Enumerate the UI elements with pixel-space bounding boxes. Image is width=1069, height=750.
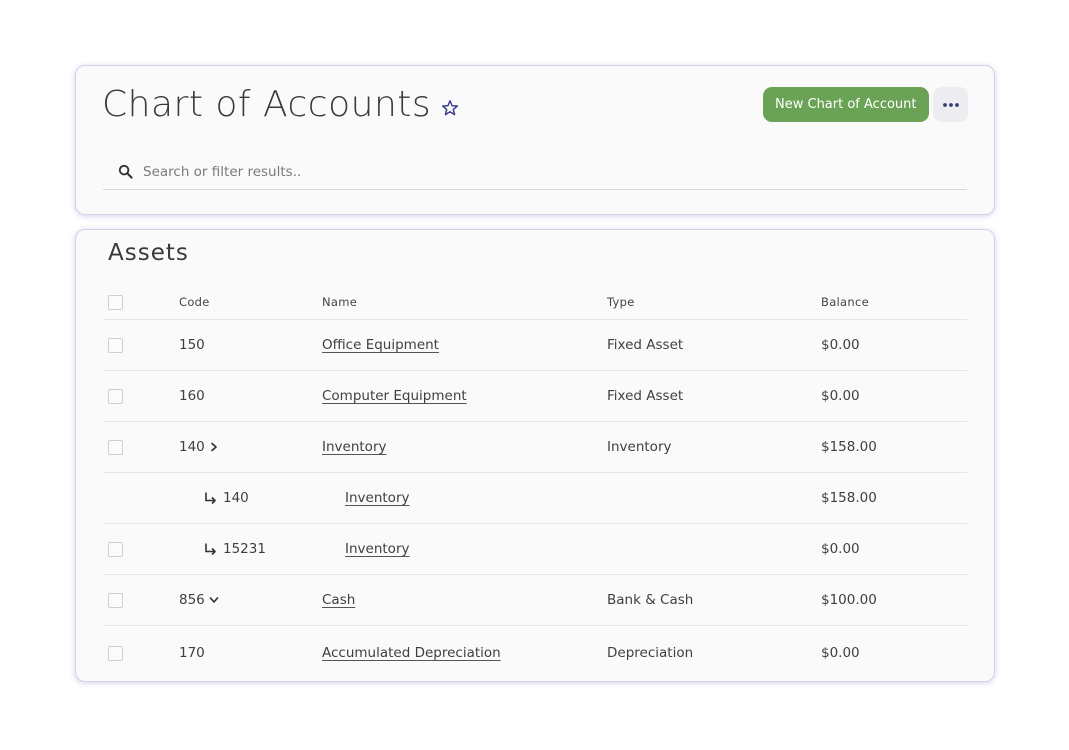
account-balance: $0.00 (821, 388, 860, 404)
account-code: 140 (223, 490, 249, 506)
new-chart-of-account-button[interactable]: New Chart of Account (763, 87, 929, 122)
star-icon[interactable] (441, 99, 459, 117)
account-balance: $100.00 (821, 592, 877, 608)
account-balance: $0.00 (821, 541, 860, 557)
account-code: 170 (179, 645, 205, 661)
table-header-row: Code Name Type Balance (103, 285, 967, 320)
search-bar (103, 154, 967, 190)
account-type: Fixed Asset (607, 388, 684, 404)
page-title-group: Chart of Accounts (102, 84, 459, 125)
account-name-link[interactable]: Office Equipment (322, 337, 439, 353)
select-all-checkbox[interactable] (108, 294, 123, 310)
account-code-group: 140 (203, 473, 249, 523)
page-title: Chart of Accounts (102, 84, 432, 125)
chevron-right-icon[interactable] (209, 442, 219, 452)
table-row-subaccount: 15231 Inventory $0.00 (103, 524, 967, 575)
table-row: 160 Computer Equipment Fixed Asset $0.00 (103, 371, 967, 422)
account-type: Bank & Cash (607, 592, 694, 608)
column-header-code: Code (179, 295, 210, 309)
account-code: 140 (179, 439, 205, 455)
account-name-link[interactable]: Inventory (345, 490, 409, 506)
account-type: Depreciation (607, 645, 694, 661)
subaccount-arrow-icon (203, 542, 217, 556)
subaccount-arrow-icon (203, 491, 217, 505)
more-options-button[interactable] (933, 87, 968, 122)
table-row: 170 Accumulated Depreciation Depreciatio… (103, 626, 967, 680)
account-balance: $0.00 (821, 645, 860, 661)
account-type: Inventory (607, 439, 672, 455)
column-header-name: Name (322, 295, 358, 309)
row-checkbox[interactable] (108, 388, 123, 404)
account-code: 15231 (223, 541, 266, 557)
table-row: 856 Cash Bank & Cash $100.00 (103, 575, 967, 626)
search-icon (111, 164, 139, 179)
row-checkbox[interactable] (108, 439, 123, 455)
account-code-group: 140 (179, 422, 219, 472)
table-row: 140 Inventory Inventory $158.00 (103, 422, 967, 473)
account-name-link[interactable]: Inventory (345, 541, 409, 557)
account-type: Fixed Asset (607, 337, 684, 353)
row-checkbox[interactable] (108, 592, 123, 608)
account-code: 160 (179, 388, 205, 404)
account-code: 150 (179, 337, 205, 353)
account-code: 856 (179, 592, 205, 608)
ellipsis-icon (942, 102, 960, 108)
search-input[interactable] (143, 163, 967, 180)
column-header-balance: Balance (821, 295, 869, 309)
table-row-subaccount: 140 Inventory $158.00 (103, 473, 967, 524)
row-checkbox[interactable] (108, 337, 123, 353)
accounts-table: Code Name Type Balance 150 Office Equipm… (103, 285, 967, 680)
account-name-link[interactable]: Inventory (322, 439, 386, 455)
account-name-link[interactable]: Accumulated Depreciation (322, 645, 501, 661)
column-header-type: Type (607, 295, 635, 309)
account-balance: $0.00 (821, 337, 860, 353)
account-code-group: 15231 (203, 524, 266, 574)
account-name-link[interactable]: Computer Equipment (322, 388, 467, 404)
row-checkbox[interactable] (108, 541, 123, 557)
account-balance: $158.00 (821, 439, 877, 455)
section-title: Assets (108, 240, 189, 266)
table-row: 150 Office Equipment Fixed Asset $0.00 (103, 320, 967, 371)
row-checkbox[interactable] (108, 645, 123, 661)
account-name-link[interactable]: Cash (322, 592, 355, 608)
assets-card: Assets Code Name Type Balance 150 Office… (75, 229, 995, 682)
account-balance: $158.00 (821, 490, 877, 506)
page-header-card: Chart of Accounts New Chart of Account (75, 65, 995, 215)
chevron-down-icon[interactable] (209, 595, 219, 605)
account-code-group: 856 (179, 575, 219, 625)
